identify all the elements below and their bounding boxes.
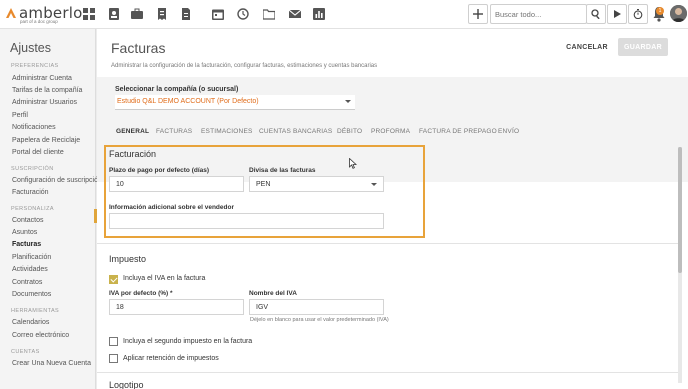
history-icon[interactable] <box>235 6 251 22</box>
add-new-button[interactable] <box>468 4 488 24</box>
sidebar-section-herramientas: HERRAMIENTAS <box>11 308 60 314</box>
sidebar-item-contactos[interactable]: Contactos <box>12 217 44 224</box>
sidebar-item-documentos[interactable]: Documentos <box>12 291 51 298</box>
save-button[interactable]: GUARDAR <box>618 38 668 56</box>
withholding-label: Aplicar retención de impuestos <box>123 355 219 362</box>
chevron-down-icon <box>345 100 351 103</box>
search-icon <box>591 9 600 19</box>
reports-icon[interactable] <box>311 6 327 22</box>
section-divider <box>97 372 678 373</box>
page-description: Administrar la configuración de la factu… <box>111 63 378 69</box>
tab-proforma[interactable]: PROFORMA <box>371 128 410 135</box>
sidebar-item-portal-cliente[interactable]: Portal del cliente <box>12 149 64 156</box>
mail-icon[interactable] <box>287 6 303 22</box>
sidebar-item-facturas[interactable]: Facturas <box>12 241 41 248</box>
company-select[interactable]: Estudio Q&L DEMO ACCOUNT (Por Defecto) <box>115 95 355 110</box>
company-select-label: Seleccionar la compañía (o sucursal) <box>115 86 239 93</box>
vat-name-input[interactable]: IGV <box>249 299 384 315</box>
briefcase-icon[interactable] <box>129 6 145 22</box>
invoice-icon[interactable] <box>154 6 170 22</box>
cancel-button[interactable]: CANCELAR <box>563 39 611 56</box>
dashboard-icon[interactable] <box>81 6 97 22</box>
page-title: Facturas <box>111 40 166 56</box>
tab-facturas[interactable]: FACTURAS <box>156 128 192 135</box>
stopwatch-button[interactable] <box>628 4 648 24</box>
sidebar-item-crear-cuenta[interactable]: Crear Una Nueva Cuenta <box>12 360 91 367</box>
sidebar-item-calendarios[interactable]: Calendarios <box>12 319 49 326</box>
sidebar-section-personaliza: PERSONALIZA <box>11 206 54 212</box>
sidebar-section-suscripcion: SUSCRIPCIÓN <box>11 166 54 172</box>
content-scrollbar-thumb[interactable] <box>678 147 682 273</box>
amberlo-logo[interactable]: amberlo part of a doc group <box>5 4 82 26</box>
tab-envio[interactable]: ENVÍO <box>498 128 519 135</box>
company-select-value: Estudio Q&L DEMO ACCOUNT (Por Defecto) <box>117 98 259 105</box>
tab-general[interactable]: GENERAL <box>116 128 149 135</box>
logo-mark-icon <box>6 8 16 18</box>
sidebar-item-administrar-usuarios[interactable]: Administrar Usuarios <box>12 99 77 106</box>
sidebar-item-tarifas[interactable]: Tarifas de la compañía <box>12 87 82 94</box>
sidebar-item-actividades[interactable]: Actividades <box>12 266 48 273</box>
sidebar-item-contratos[interactable]: Contratos <box>12 279 42 286</box>
play-icon <box>614 10 621 18</box>
tab-debito[interactable]: DÉBITO <box>337 128 362 135</box>
section-title-impuesto: Impuesto <box>109 254 147 264</box>
tab-cuentas-bancarias[interactable]: CUENTAS BANCARIAS <box>259 128 332 135</box>
sidebar-section-cuentas: CUENTAS <box>11 349 40 355</box>
sidebar-item-correo[interactable]: Correo electrónico <box>12 332 69 339</box>
sidebar-section-preferencias: PREFERENCIAS <box>11 63 59 69</box>
play-timer-button[interactable] <box>607 4 627 24</box>
calendar-icon[interactable] <box>210 6 226 22</box>
contacts-icon[interactable] <box>106 6 122 22</box>
sidebar-item-configuracion-suscripcion[interactable]: Configuración de suscripción <box>12 177 102 184</box>
sidebar-item-facturacion[interactable]: Facturación <box>12 189 49 196</box>
user-avatar[interactable] <box>670 5 687 22</box>
include-vat-label: Incluya el IVA en la factura <box>123 275 206 282</box>
logo-subtext: part of a doc group <box>20 19 58 24</box>
avatar-person-icon <box>670 5 687 22</box>
sidebar-item-perfil[interactable]: Perfil <box>12 112 28 119</box>
tab-estimaciones[interactable]: ESTIMACIONES <box>201 128 253 135</box>
sidebar-item-planificacion[interactable]: Planificación <box>12 254 51 261</box>
tab-factura-prepago[interactable]: FACTURA DE PREPAGO <box>419 128 497 135</box>
top-bar: amberlo part of a doc group Buscar todo.… <box>0 0 688 29</box>
sidebar-item-notificaciones[interactable]: Notificaciones <box>12 124 56 131</box>
section-divider <box>97 243 678 244</box>
folder-icon[interactable] <box>261 6 277 22</box>
second-tax-label: Incluya el segundo impuesto en la factur… <box>123 338 253 345</box>
settings-tabs: GENERAL FACTURAS ESTIMACIONES CUENTAS BA… <box>97 125 688 143</box>
plus-icon <box>473 9 483 19</box>
vat-name-help: Déjelo en blanco para usar el valor pred… <box>250 317 389 323</box>
settings-sidebar: Ajustes PREFERENCIAS Administrar Cuenta … <box>0 29 102 389</box>
sidebar-item-papelera[interactable]: Papelera de Reciclaje <box>12 137 80 144</box>
sidebar-item-asuntos[interactable]: Asuntos <box>12 229 37 236</box>
vat-rate-input[interactable]: 18 <box>109 299 244 315</box>
search-input[interactable] <box>490 4 587 24</box>
document-icon[interactable] <box>178 6 194 22</box>
vat-name-label: Nombre del IVA <box>249 290 297 297</box>
notification-badge: 1 <box>656 7 664 15</box>
highlight-frame-facturacion <box>104 145 425 238</box>
stopwatch-icon <box>633 9 643 19</box>
second-tax-checkbox[interactable] <box>109 337 118 346</box>
include-vat-checkbox[interactable] <box>109 275 118 284</box>
sidebar-item-administrar-cuenta[interactable]: Administrar Cuenta <box>12 75 72 82</box>
sidebar-title: Ajustes <box>10 41 51 55</box>
withholding-checkbox[interactable] <box>109 354 118 363</box>
vat-rate-label: IVA por defecto (%) * <box>109 290 173 297</box>
section-title-logotipo: Logotipo <box>109 380 144 389</box>
search-button[interactable] <box>586 4 606 24</box>
